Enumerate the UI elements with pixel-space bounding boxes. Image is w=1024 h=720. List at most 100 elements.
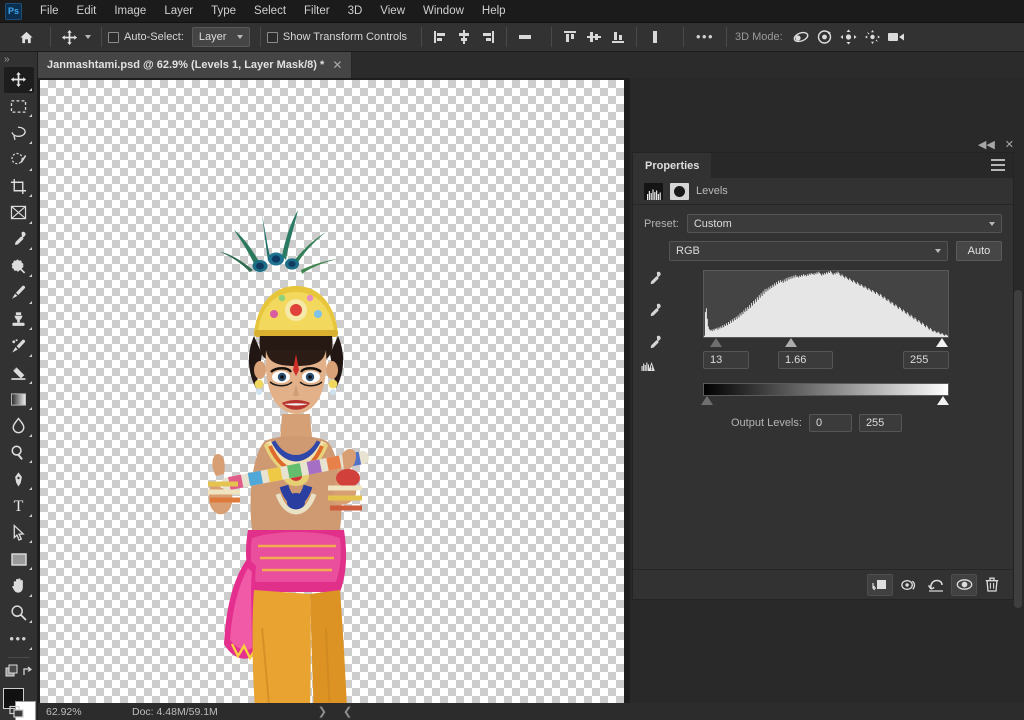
right-dock-vertical-scrollbar[interactable] xyxy=(1014,290,1022,608)
menu-help[interactable]: Help xyxy=(473,2,515,20)
input-highlight-field[interactable]: 255 xyxy=(903,351,949,369)
menu-window[interactable]: Window xyxy=(414,2,473,20)
roll-3d-icon[interactable] xyxy=(813,26,837,48)
set-gray-point-eyedropper-icon[interactable] xyxy=(646,303,662,324)
show-transform-controls-checkbox[interactable]: Show Transform Controls xyxy=(266,31,407,43)
rectangle-tool[interactable] xyxy=(4,546,34,572)
auto-select-checkbox-box[interactable] xyxy=(108,31,119,43)
set-black-point-eyedropper-icon[interactable] xyxy=(646,271,662,292)
eyedropper-tool[interactable] xyxy=(4,227,34,253)
screen-mode-icon[interactable] xyxy=(4,704,32,720)
tab-properties[interactable]: Properties xyxy=(633,153,712,178)
output-black-field[interactable]: 0 xyxy=(808,414,852,432)
status-doc-info[interactable]: Doc: 4.48M/59.1M xyxy=(110,706,218,718)
menu-file[interactable]: File xyxy=(31,2,68,20)
more-options-button[interactable]: ••• xyxy=(690,26,720,48)
delete-adjustment-icon[interactable] xyxy=(979,574,1005,596)
canvas-area[interactable] xyxy=(38,78,624,703)
tool-preset-chevron-down-icon[interactable] xyxy=(81,26,95,48)
menu-filter[interactable]: Filter xyxy=(295,2,339,20)
show-transform-checkbox-box[interactable] xyxy=(266,31,278,43)
channel-dropdown[interactable]: RGB xyxy=(669,241,948,261)
close-icon[interactable]: ✕ xyxy=(332,58,342,72)
distribute-vertically-icon[interactable] xyxy=(643,26,667,48)
history-brush-tool[interactable] xyxy=(4,333,34,359)
quick-selection-tool[interactable] xyxy=(4,147,34,173)
auto-button[interactable]: Auto xyxy=(956,241,1002,261)
align-right-edges-icon[interactable] xyxy=(476,26,500,48)
align-horizontal-centers-icon[interactable] xyxy=(452,26,476,48)
input-shadow-field[interactable]: 13 xyxy=(703,351,749,369)
reset-adjustment-icon[interactable] xyxy=(923,574,949,596)
expand-toolbar-icon[interactable]: » xyxy=(4,54,9,65)
frame-tool[interactable] xyxy=(4,200,34,226)
crop-tool[interactable] xyxy=(4,174,34,200)
set-white-point-eyedropper-icon[interactable] xyxy=(646,335,662,356)
output-white-field[interactable]: 255 xyxy=(858,414,902,432)
channel-value: RGB xyxy=(676,245,700,257)
status-back-icon[interactable]: ❮ xyxy=(335,705,360,718)
clip-to-layer-icon[interactable] xyxy=(867,573,893,596)
input-midtone-field[interactable]: 1.66 xyxy=(778,351,833,369)
move-tool-icon[interactable] xyxy=(57,26,81,48)
menu-edit[interactable]: Edit xyxy=(68,2,106,20)
menu-3d[interactable]: 3D xyxy=(339,2,372,20)
home-icon[interactable] xyxy=(14,26,38,48)
horizontal-type-tool[interactable]: T xyxy=(4,493,34,519)
menu-layer[interactable]: Layer xyxy=(155,2,202,20)
toggle-visibility-icon[interactable] xyxy=(951,573,977,596)
rectangular-marquee-tool[interactable] xyxy=(4,94,34,120)
properties-tab-strip: Properties xyxy=(633,153,1013,178)
spot-healing-brush-tool[interactable] xyxy=(4,253,34,279)
zoom-tool[interactable] xyxy=(4,600,34,626)
input-highlight-slider[interactable] xyxy=(936,338,948,347)
clone-stamp-tool[interactable] xyxy=(4,307,34,333)
output-levels-slider-track[interactable] xyxy=(701,396,949,408)
blur-tool[interactable] xyxy=(4,413,34,439)
camera-3d-icon[interactable] xyxy=(885,26,909,48)
auto-select-scope-dropdown[interactable]: Layer xyxy=(191,27,250,47)
edit-toolbar-tool[interactable]: ••• xyxy=(4,626,34,652)
pan-3d-icon[interactable] xyxy=(837,26,861,48)
levels-histogram-chart[interactable] xyxy=(703,270,949,338)
input-shadow-slider[interactable] xyxy=(710,338,722,347)
input-midtone-slider[interactable] xyxy=(785,338,797,347)
input-midtone-value: 1.66 xyxy=(785,354,807,366)
panel-menu-icon[interactable] xyxy=(991,159,1005,171)
dodge-tool[interactable] xyxy=(4,440,34,466)
output-black-slider[interactable] xyxy=(701,396,713,405)
orbit-3d-icon[interactable] xyxy=(789,26,813,48)
layer-mask-icon xyxy=(670,182,689,200)
gradient-tool[interactable] xyxy=(4,387,34,413)
menu-view[interactable]: View xyxy=(371,2,414,20)
align-left-edges-icon[interactable] xyxy=(428,26,452,48)
slide-3d-icon[interactable] xyxy=(861,26,885,48)
hand-tool[interactable] xyxy=(4,573,34,599)
move-tool[interactable] xyxy=(3,67,34,93)
eraser-tool[interactable] xyxy=(4,360,34,386)
align-bottom-edges-icon[interactable] xyxy=(606,26,630,48)
preset-dropdown[interactable]: Custom xyxy=(686,214,1002,233)
clipping-warning-icon[interactable] xyxy=(641,360,655,372)
path-selection-tool[interactable] xyxy=(4,520,34,546)
close-panels-icon[interactable]: ✕ xyxy=(1005,138,1014,151)
distribute-horizontally-icon[interactable] xyxy=(513,26,537,48)
brush-tool[interactable] xyxy=(4,280,34,306)
align-vertical-centers-icon[interactable] xyxy=(582,26,606,48)
output-white-slider[interactable] xyxy=(937,396,949,405)
toggle-previous-state-icon[interactable] xyxy=(895,574,921,596)
quick-mask-mode-toggle[interactable] xyxy=(4,662,34,683)
menu-type[interactable]: Type xyxy=(202,2,245,20)
input-levels-slider-track[interactable] xyxy=(703,338,949,350)
status-zoom-level[interactable]: 62.92% xyxy=(38,706,110,718)
lasso-tool[interactable] xyxy=(4,120,34,146)
pen-tool[interactable] xyxy=(4,466,34,492)
menu-select[interactable]: Select xyxy=(245,2,295,20)
menu-image[interactable]: Image xyxy=(105,2,155,20)
photoshop-logo: Ps xyxy=(5,2,22,20)
auto-select-checkbox[interactable]: Auto-Select: xyxy=(108,31,184,43)
align-top-edges-icon[interactable] xyxy=(558,26,582,48)
collapse-panels-icon[interactable]: ◀◀ xyxy=(978,138,995,151)
document-tab[interactable]: Janmashtami.psd @ 62.9% (Levels 1, Layer… xyxy=(38,52,353,78)
status-forward-icon[interactable]: ❯ xyxy=(310,705,335,718)
